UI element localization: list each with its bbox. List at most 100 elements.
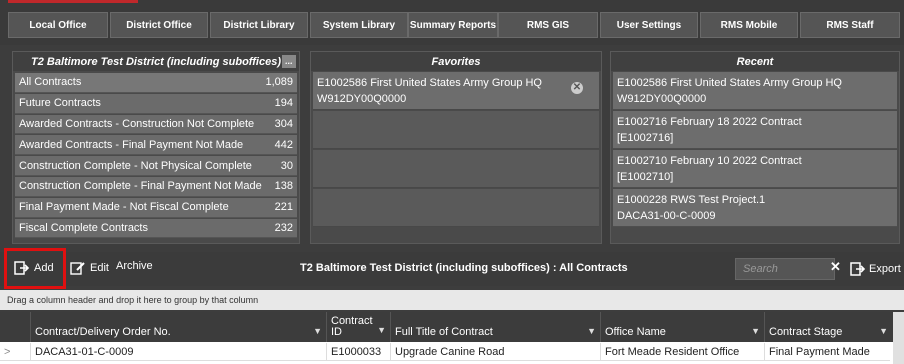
contract-category-item[interactable]: Construction Complete - Final Payment No…	[15, 176, 297, 197]
filter-icon[interactable]: ▼	[313, 326, 322, 336]
contracts-panel-title: T2 Baltimore Test District (including su…	[31, 55, 281, 68]
contract-category-label: All Contracts	[19, 76, 82, 89]
column-header-label: Contract Stage	[769, 326, 843, 338]
row-expand-icon[interactable]: >	[0, 343, 30, 361]
filter-icon[interactable]: ▼	[751, 326, 760, 336]
export-button[interactable]: Export	[850, 261, 901, 277]
contracts-grid: Contract/Delivery Order No. ▼ Contract ID…	[0, 312, 904, 364]
cell-office-name: Fort Meade Resident Office	[600, 343, 764, 361]
archive-button-label: Archive	[116, 260, 153, 272]
edit-button[interactable]: Edit	[70, 260, 109, 276]
clear-search-icon[interactable]: ✕	[830, 259, 841, 275]
add-button-highlight	[4, 248, 66, 289]
grid-title: T2 Baltimore Test District (including su…	[300, 262, 628, 274]
recent-item-subtitle: W912DY00Q0000	[617, 93, 707, 105]
brand-accent-line	[8, 0, 138, 3]
recent-item[interactable]: E1000228 RWS Test Project.1 DACA31-00-C-…	[613, 189, 897, 227]
row-indicator-header	[0, 312, 30, 342]
contract-category-item[interactable]: Construction Complete - Not Physical Com…	[15, 156, 297, 176]
grid-toolbar: Add Edit Archive T2 Baltimore Test Distr…	[0, 252, 904, 286]
more-options-button[interactable]: ...	[282, 55, 296, 68]
archive-button[interactable]: Archive	[116, 260, 153, 272]
contract-category-label: Fiscal Complete Contracts	[19, 221, 148, 234]
favorites-panel-header: Favorites	[311, 52, 601, 71]
nav-local-office-button[interactable]: Local Office	[8, 12, 108, 38]
close-circle-icon[interactable]: ✕	[571, 82, 583, 94]
nav-rms-gis-button[interactable]: RMS GIS	[498, 12, 598, 38]
recent-item-title: E1002586 First United States Army Group …	[617, 77, 842, 89]
favorite-empty-slot	[313, 189, 599, 227]
contract-category-item[interactable]: Future Contracts 194	[15, 93, 297, 114]
contract-category-label: Construction Complete - Not Physical Com…	[19, 159, 252, 172]
recent-item[interactable]: E1002716 February 18 2022 Contract [E100…	[613, 111, 897, 149]
contract-category-label: Future Contracts	[19, 97, 101, 110]
column-header-label: Contract/Delivery Order No.	[35, 326, 171, 338]
export-button-label: Export	[869, 263, 901, 275]
column-header-contract-stage[interactable]: Contract Stage ▼	[764, 312, 892, 342]
column-header-full-title[interactable]: Full Title of Contract ▼	[390, 312, 600, 342]
favorite-item-title: E1002586 First United States Army Group …	[317, 77, 542, 89]
cell-contract-id: E1000033	[326, 343, 390, 361]
nav-system-library-button[interactable]: System Library	[310, 12, 408, 38]
contract-category-label: Final Payment Made - Not Fiscal Complete	[19, 201, 229, 214]
nav-user-settings-button[interactable]: User Settings	[600, 12, 698, 38]
contract-category-item[interactable]: Final Payment Made - Not Fiscal Complete…	[15, 197, 297, 218]
contract-category-count: 138	[274, 180, 293, 193]
recent-panel-title: Recent	[736, 55, 774, 68]
recent-item-subtitle: [E1002710]	[617, 171, 674, 183]
contract-category-item[interactable]: Awarded Contracts - Final Payment Not Ma…	[15, 135, 297, 156]
contract-category-count: 194	[274, 97, 293, 110]
contract-category-list: All Contracts 1,089 Future Contracts 194 A…	[13, 71, 299, 239]
filter-icon[interactable]: ▼	[879, 326, 888, 336]
favorite-item[interactable]: E1002586 First United States Army Group …	[313, 72, 599, 110]
contract-category-count: 442	[274, 138, 293, 151]
vertical-scrollbar[interactable]	[893, 312, 904, 364]
recent-item[interactable]: E1002710 February 10 2022 Contract [E100…	[613, 150, 897, 188]
favorites-panel: Favorites E1002586 First United States A…	[310, 51, 602, 244]
favorite-item-subtitle: W912DY00Q0000	[317, 93, 407, 105]
column-header-office-name[interactable]: Office Name ▼	[600, 312, 764, 342]
contract-category-item[interactable]: All Contracts 1,089	[15, 73, 297, 93]
nav-summary-reports-button[interactable]: Summary Reports	[408, 12, 498, 38]
column-header-label: Contract ID	[331, 315, 373, 338]
nav-district-office-button[interactable]: District Office	[110, 12, 208, 38]
table-row[interactable]: > DACA31-01-C-0009 E1000033 Upgrade Cani…	[0, 343, 890, 361]
cell-order-no: DACA31-01-C-0009	[30, 343, 326, 361]
search-input[interactable]: Search	[735, 258, 835, 280]
contract-category-label: Awarded Contracts - Construction Not Com…	[19, 117, 255, 130]
filter-icon[interactable]: ▼	[377, 325, 386, 336]
favorites-panel-title: Favorites	[431, 55, 481, 68]
recent-item-title: E1000228 RWS Test Project.1	[617, 194, 766, 206]
grid-header: Contract/Delivery Order No. ▼ Contract ID…	[0, 312, 904, 342]
filter-icon[interactable]: ▼	[587, 326, 596, 336]
contract-category-item[interactable]: Fiscal Complete Contracts 232	[15, 218, 297, 239]
column-header-label: Office Name	[605, 326, 666, 338]
nav-rms-staff-button[interactable]: RMS Staff	[800, 12, 900, 38]
recent-item[interactable]: E1002586 First United States Army Group …	[613, 72, 897, 110]
cell-full-title: Upgrade Canine Road	[390, 343, 600, 361]
top-nav: Local Office District Office District Li…	[0, 0, 904, 45]
edit-icon	[70, 262, 85, 275]
contract-category-count: 30	[280, 159, 293, 172]
contracts-panel: T2 Baltimore Test District (including su…	[12, 51, 300, 244]
recent-item-title: E1002710 February 10 2022 Contract	[617, 155, 802, 167]
group-by-drop-area[interactable]: Drag a column header and drop it here to…	[0, 290, 904, 310]
contract-category-count: 304	[274, 117, 293, 130]
recent-item-subtitle: [E1002716]	[617, 132, 674, 144]
contract-category-label: Awarded Contracts - Final Payment Not Ma…	[19, 138, 244, 151]
contract-category-count: 221	[274, 201, 293, 214]
contracts-panel-header: T2 Baltimore Test District (including su…	[13, 52, 299, 71]
cell-contract-stage: Final Payment Made	[764, 343, 890, 361]
recent-panel: Recent E1002586 First United States Army…	[610, 51, 900, 244]
favorite-empty-slot	[313, 111, 599, 149]
nav-rms-mobile-button[interactable]: RMS Mobile	[700, 12, 798, 38]
contract-category-count: 1,089	[265, 76, 293, 89]
recent-panel-header: Recent	[611, 52, 899, 71]
recent-item-subtitle: DACA31-00-C-0009	[617, 210, 716, 222]
nav-district-library-button[interactable]: District Library	[210, 12, 308, 38]
contract-category-item[interactable]: Awarded Contracts - Construction Not Com…	[15, 114, 297, 135]
column-header-order-no[interactable]: Contract/Delivery Order No. ▼	[30, 312, 326, 342]
favorite-empty-slot	[313, 150, 599, 188]
column-header-label: Full Title of Contract	[395, 326, 493, 338]
column-header-contract-id[interactable]: Contract ID ▼	[326, 312, 390, 342]
